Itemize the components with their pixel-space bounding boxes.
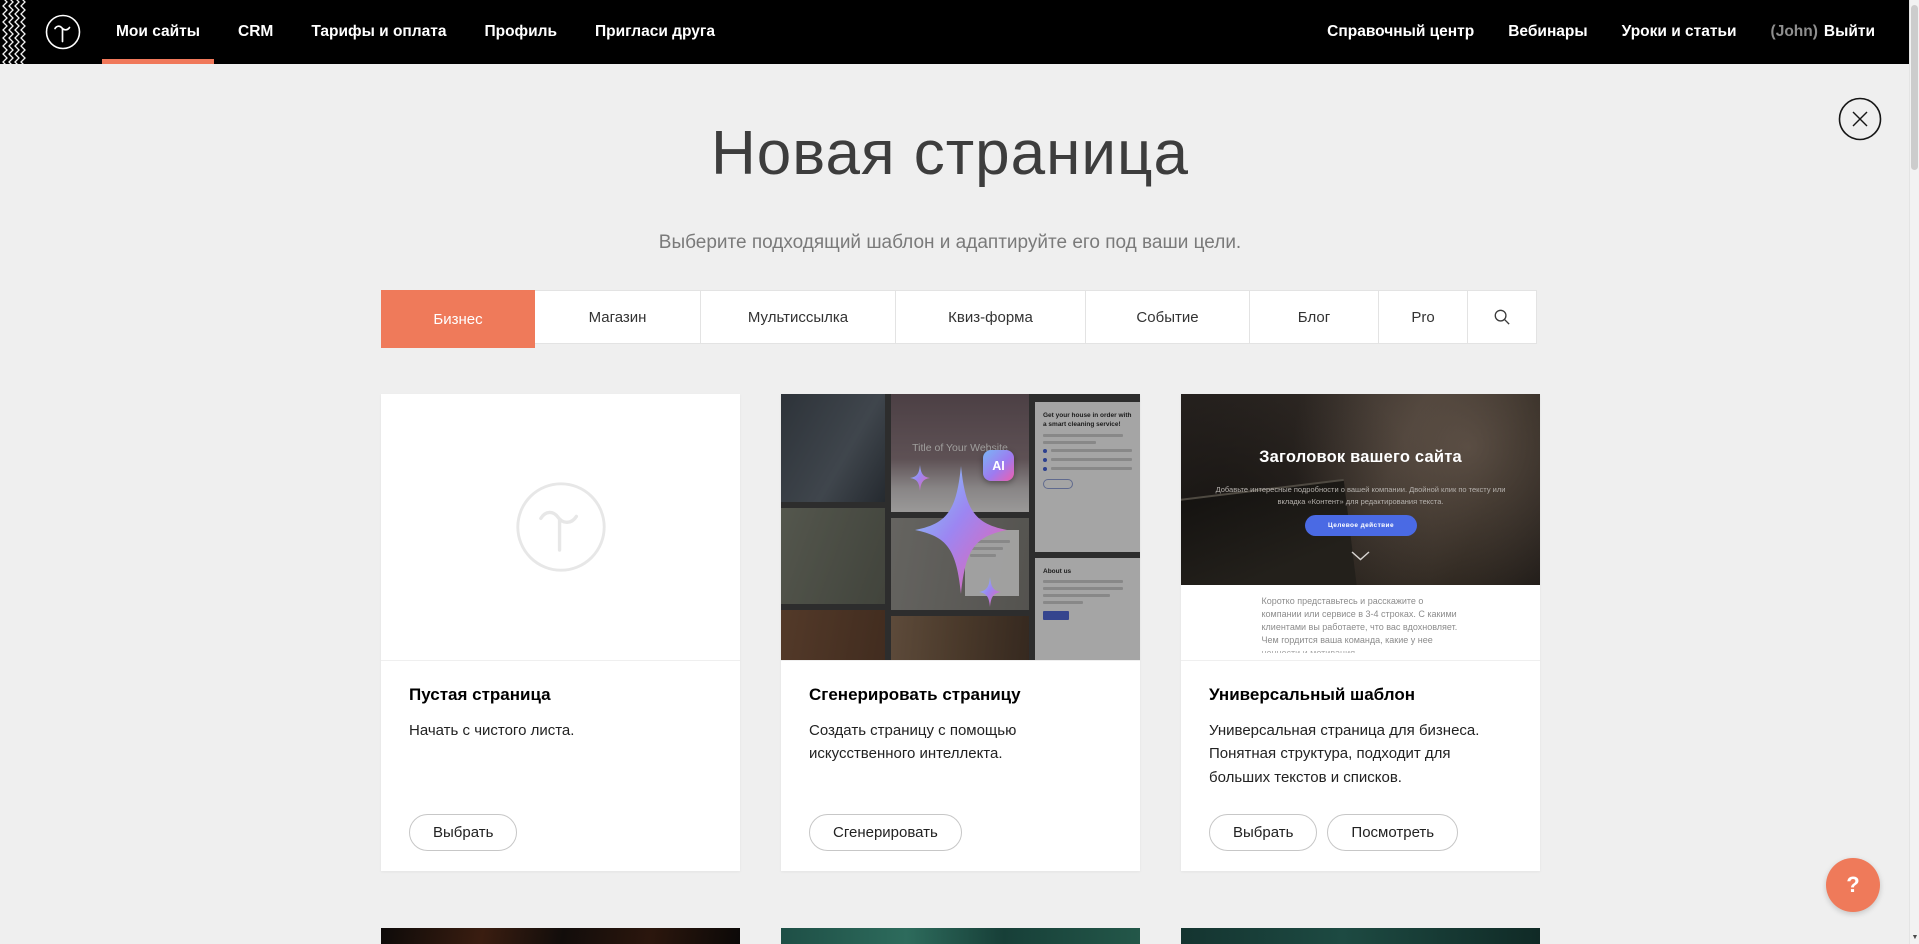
card-title: Пустая страница bbox=[409, 685, 712, 705]
page-scrollbar[interactable]: ▼ bbox=[1909, 0, 1919, 944]
nav-item-profile[interactable]: Профиль bbox=[484, 0, 557, 64]
choose-button[interactable]: Выбрать bbox=[1209, 814, 1317, 851]
nav-item-label: CRM bbox=[238, 23, 273, 41]
tab-pro[interactable]: Pro bbox=[1379, 290, 1468, 344]
nav-item-logout[interactable]: (John) Выйти bbox=[1771, 0, 1875, 64]
tab-label: Бизнес bbox=[433, 311, 482, 328]
universal-template-preview[interactable]: Заголовок вашего сайта Добавьте интересн… bbox=[1181, 394, 1540, 661]
tab-search[interactable] bbox=[1468, 290, 1537, 344]
next-card-preview-2[interactable] bbox=[781, 928, 1140, 944]
tilda-logo-icon[interactable] bbox=[44, 13, 82, 51]
nav-item-lessons[interactable]: Уроки и статьи bbox=[1622, 0, 1737, 64]
choose-button[interactable]: Выбрать bbox=[409, 814, 517, 851]
card-universal-template[interactable]: Заголовок вашего сайта Добавьте интересн… bbox=[1181, 394, 1540, 871]
close-button[interactable] bbox=[1838, 97, 1882, 141]
view-button[interactable]: Посмотреть bbox=[1327, 814, 1458, 851]
card-body: Универсальный шаблон Универсальная стран… bbox=[1181, 661, 1540, 871]
template-body-text: Коротко представьтесь и расскажите о ком… bbox=[1262, 595, 1460, 653]
scrollbar-thumb[interactable] bbox=[1911, 5, 1918, 170]
tab-label: Мультиссылка bbox=[748, 309, 848, 326]
next-card-preview-1[interactable] bbox=[381, 928, 740, 944]
tab-store[interactable]: Магазин bbox=[535, 290, 701, 344]
user-name: (John) bbox=[1771, 23, 1818, 41]
tab-label: Магазин bbox=[589, 309, 647, 326]
tab-label: Событие bbox=[1136, 309, 1198, 326]
template-cta-button: Целевое действие bbox=[1305, 515, 1417, 536]
nav-item-label: Вебинары bbox=[1508, 23, 1587, 41]
primary-nav: Мои сайты CRM Тарифы и оплата Профиль Пр… bbox=[116, 0, 715, 64]
card-ai-generate[interactable]: Title of Your Website Get your house in … bbox=[781, 394, 1140, 871]
nav-item-label: Мои сайты bbox=[116, 23, 200, 41]
card-actions: Выбрать Посмотреть bbox=[1209, 814, 1458, 851]
nav-item-crm[interactable]: CRM bbox=[238, 0, 273, 64]
nav-item-help-center[interactable]: Справочный центр bbox=[1327, 0, 1474, 64]
page-title: Новая страница bbox=[0, 118, 1900, 189]
template-body-section: Коротко представьтесь и расскажите о ком… bbox=[1181, 595, 1540, 661]
nav-item-label: Справочный центр bbox=[1327, 23, 1474, 41]
template-cards-row: Пустая страница Начать с чистого листа. … bbox=[381, 394, 1540, 871]
nav-item-label: Пригласи друга bbox=[595, 23, 715, 41]
tab-quiz-form[interactable]: Квиз-форма bbox=[896, 290, 1086, 344]
card-title: Сгенерировать страницу bbox=[809, 685, 1112, 705]
logout-label: Выйти bbox=[1824, 23, 1875, 41]
card-actions: Выбрать bbox=[409, 814, 517, 851]
card-title: Универсальный шаблон bbox=[1209, 685, 1512, 705]
nav-item-label: Уроки и статьи bbox=[1622, 23, 1737, 41]
page-subtitle: Выберите подходящий шаблон и адаптируйте… bbox=[0, 232, 1900, 254]
next-card-preview-3[interactable] bbox=[1181, 928, 1540, 944]
search-icon bbox=[1493, 308, 1512, 327]
nav-item-my-sites[interactable]: Мои сайты bbox=[116, 0, 200, 64]
tab-label: Блог bbox=[1298, 309, 1330, 326]
nav-item-tariffs[interactable]: Тарифы и оплата bbox=[311, 0, 446, 64]
ai-badge: AI bbox=[983, 450, 1014, 481]
tab-business[interactable]: Бизнес bbox=[381, 290, 535, 348]
secondary-nav: Справочный центр Вебинары Уроки и статьи… bbox=[1327, 0, 1875, 64]
generate-button[interactable]: Сгенерировать bbox=[809, 814, 962, 851]
scrollbar-down-arrow[interactable]: ▼ bbox=[1910, 930, 1919, 944]
template-hero-subtitle: Добавьте интересные подробности о вашей … bbox=[1209, 484, 1512, 507]
card-description: Создать страницу с помощью искусственног… bbox=[809, 719, 1112, 766]
template-hero-title: Заголовок вашего сайта bbox=[1181, 448, 1540, 467]
tilda-watermark-icon bbox=[513, 479, 609, 575]
zigzag-pattern-decoration bbox=[0, 0, 30, 64]
nav-item-label: Профиль bbox=[484, 23, 557, 41]
template-category-tabs: Бизнес Магазин Мультиссылка Квиз-форма С… bbox=[381, 290, 1537, 344]
blank-page-preview[interactable] bbox=[381, 394, 740, 661]
card-description: Универсальная страница для бизнеса. Поня… bbox=[1209, 719, 1512, 789]
card-body: Пустая страница Начать с чистого листа. … bbox=[381, 661, 740, 871]
ai-sparkle-icon bbox=[781, 394, 1140, 661]
card-blank-page[interactable]: Пустая страница Начать с чистого листа. … bbox=[381, 394, 740, 871]
chevron-down-icon bbox=[1351, 551, 1370, 561]
nav-item-webinars[interactable]: Вебинары bbox=[1508, 0, 1587, 64]
next-row-previews bbox=[381, 928, 1540, 944]
template-hero-photo: Заголовок вашего сайта Добавьте интересн… bbox=[1181, 394, 1540, 585]
top-navigation-bar: Мои сайты CRM Тарифы и оплата Профиль Пр… bbox=[0, 0, 1919, 64]
ai-generate-preview[interactable]: Title of Your Website Get your house in … bbox=[781, 394, 1140, 661]
fade-overlay bbox=[1181, 647, 1540, 661]
tab-event[interactable]: Событие bbox=[1086, 290, 1250, 344]
question-icon: ? bbox=[1846, 872, 1859, 898]
tab-label: Квиз-форма bbox=[948, 309, 1033, 326]
help-button[interactable]: ? bbox=[1826, 858, 1880, 912]
tab-label: Pro bbox=[1411, 309, 1434, 326]
card-description: Начать с чистого листа. bbox=[409, 719, 712, 742]
tab-blog[interactable]: Блог bbox=[1250, 290, 1379, 344]
tab-multilink[interactable]: Мультиссылка bbox=[701, 290, 896, 344]
nav-item-invite-friend[interactable]: Пригласи друга bbox=[595, 0, 715, 64]
card-body: Сгенерировать страницу Создать страницу … bbox=[781, 661, 1140, 871]
card-actions: Сгенерировать bbox=[809, 814, 962, 851]
nav-item-label: Тарифы и оплата bbox=[311, 23, 446, 41]
